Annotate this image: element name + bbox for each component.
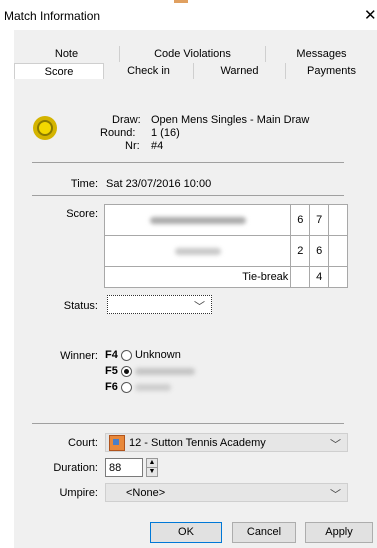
status-dropdown[interactable]: ﹀ [107, 295, 212, 314]
umpire-dropdown[interactable]: <None> ﹀ [105, 483, 348, 502]
chevron-down-icon: ﹀ [330, 439, 341, 451]
court-label: Court: [68, 437, 98, 449]
tab-row-top: Note Code Violations Messages [14, 46, 377, 62]
court-value: 12 - Sutton Tennis Academy [129, 436, 266, 449]
round-label: Round: [100, 127, 136, 139]
tiebreak-set2[interactable]: 4 [309, 266, 330, 288]
spin-down-icon[interactable]: ▼ [147, 468, 157, 476]
player1-name [103, 204, 292, 236]
winner-option-f5[interactable]: F5 [105, 365, 195, 377]
match-dialog: Note Code Violations Messages Score Chec… [14, 30, 377, 548]
tab-check-in[interactable]: Check in [104, 63, 194, 79]
score-panel: Draw: Open Mens Singles - Main Draw Roun… [14, 92, 377, 512]
winner-label: Winner: [60, 350, 98, 362]
duration-spinner[interactable]: ▲ ▼ [146, 458, 158, 477]
player1-set3[interactable] [328, 204, 348, 236]
court-selection: 12 - Sutton Tennis Academy [109, 435, 266, 451]
court-dropdown[interactable]: 12 - Sutton Tennis Academy ﹀ [105, 433, 348, 452]
duration-value: 88 [109, 462, 122, 474]
draw-value: Open Mens Singles - Main Draw [151, 114, 310, 126]
umpire-value: <None> [126, 487, 166, 499]
tiebreak-set3[interactable] [328, 266, 348, 288]
winner-option-f6[interactable]: F6 [105, 381, 171, 393]
duration-input[interactable]: 88 [105, 458, 143, 477]
table-row: 6 7 [103, 204, 348, 236]
player2-set2[interactable]: 6 [309, 235, 330, 267]
apply-button[interactable]: Apply [305, 522, 373, 543]
winner-option-f4[interactable]: F4 Unknown [105, 349, 181, 361]
cancel-button[interactable]: Cancel [232, 522, 296, 543]
window-title: Match Information [4, 9, 101, 23]
player2-name [103, 235, 292, 267]
radio-player1[interactable] [120, 365, 132, 377]
tab-payments[interactable]: Payments [286, 63, 377, 79]
table-row: 2 6 [103, 235, 348, 267]
winner-key-f6: F6 [105, 381, 118, 393]
separator [32, 162, 344, 163]
radio-player2[interactable] [120, 381, 132, 393]
ok-button[interactable]: OK [150, 522, 222, 543]
tab-warned[interactable]: Warned [194, 63, 286, 79]
duration-label: Duration: [53, 462, 98, 474]
tennis-ball-icon [33, 116, 57, 140]
chevron-down-icon: ﹀ [330, 489, 341, 501]
separator [32, 423, 344, 424]
winner-key-f5: F5 [105, 365, 118, 377]
tab-note[interactable]: Note [14, 46, 120, 62]
close-icon[interactable]: ✕ [364, 6, 377, 24]
player2-set3[interactable] [328, 235, 348, 267]
player2-set1[interactable]: 2 [290, 235, 311, 267]
score-table: 6 7 2 6 Tie-break 4 [103, 204, 348, 288]
score-label: Score: [66, 208, 98, 220]
tab-code-violations[interactable]: Code Violations [120, 46, 266, 62]
court-icon [109, 435, 125, 451]
tab-row-bottom: Score Check in Warned Payments [14, 63, 377, 79]
radio-unknown[interactable] [120, 349, 132, 361]
winner-option-label [134, 383, 171, 391]
tab-score[interactable]: Score [14, 63, 104, 79]
draw-label: Draw: [112, 114, 141, 126]
tab-messages[interactable]: Messages [266, 46, 377, 62]
title-decoration [174, 0, 188, 3]
time-value: Sat 23/07/2016 10:00 [106, 178, 212, 190]
tiebreak-label: Tie-break [103, 266, 292, 288]
time-label: Time: [70, 178, 98, 190]
title-bar: Match Information ✕ [0, 0, 377, 30]
umpire-label: Umpire: [59, 487, 98, 499]
winner-key-f4: F4 [105, 349, 118, 361]
tiebreak-set1[interactable] [290, 266, 311, 288]
status-label: Status: [63, 300, 98, 312]
nr-label: Nr: [125, 140, 140, 152]
nr-value: #4 [151, 140, 164, 152]
spin-up-icon[interactable]: ▲ [147, 459, 157, 468]
chevron-down-icon: ﹀ [194, 301, 205, 313]
player1-set2[interactable]: 7 [309, 204, 330, 236]
winner-option-label [134, 367, 195, 375]
player1-set1[interactable]: 6 [290, 204, 311, 236]
round-value: 1 (16) [151, 127, 180, 139]
table-row: Tie-break 4 [103, 266, 348, 288]
separator [32, 195, 344, 196]
winner-option-label: Unknown [134, 349, 181, 361]
